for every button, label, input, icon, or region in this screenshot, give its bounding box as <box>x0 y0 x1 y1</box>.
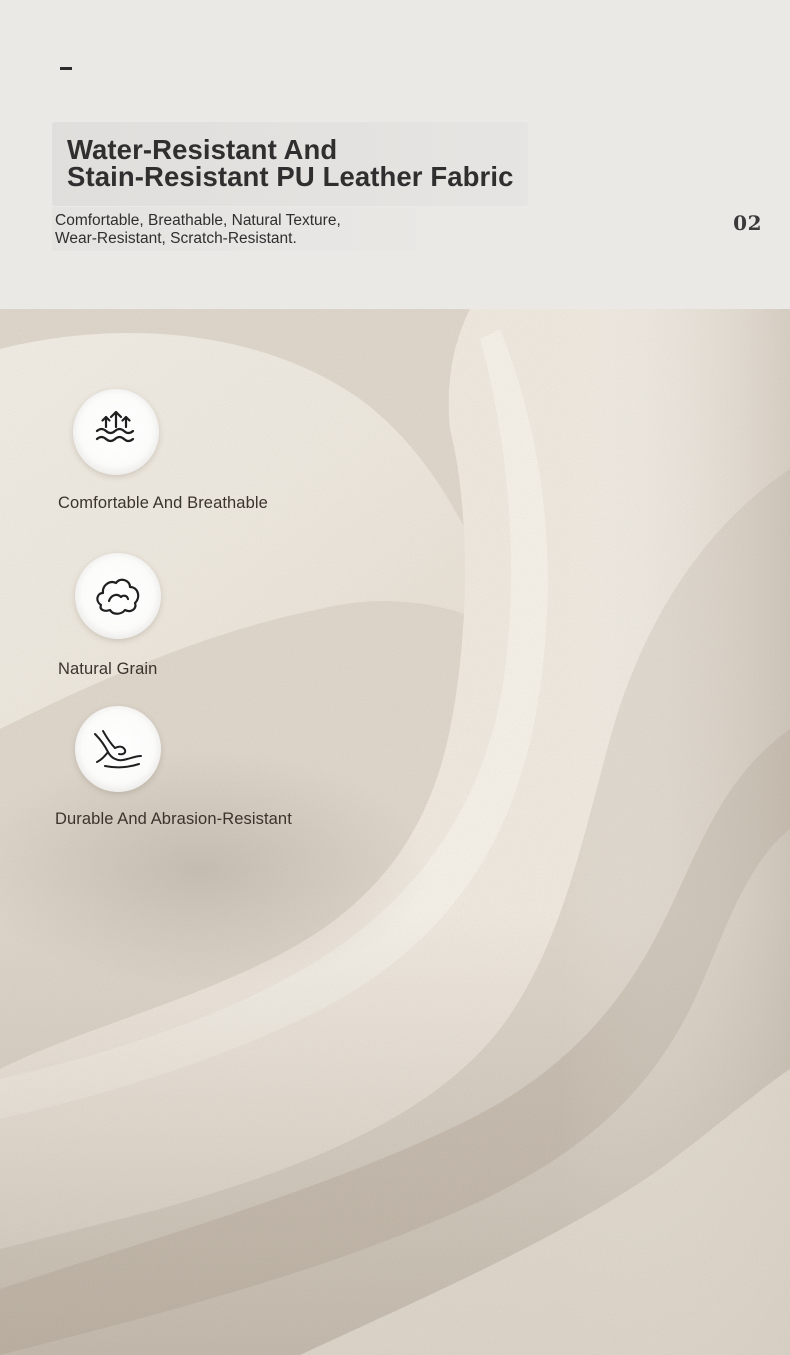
section-number: 02 <box>733 211 762 235</box>
subtitle-line-2: Wear-Resistant, Scratch-Resistant. <box>55 229 297 247</box>
header-section: Water-Resistant And Stain-Resistant PU L… <box>0 0 790 309</box>
water-vapor-icon <box>95 410 135 443</box>
feature-icon-durable <box>75 706 161 792</box>
feature-label-durable: Durable And Abrasion-Resistant <box>55 810 292 828</box>
title-line-1: Water-Resistant And <box>67 134 338 165</box>
feature-icon-natural-grain <box>75 553 161 639</box>
leather-grain-icon <box>96 578 140 615</box>
feature-label-breathable: Comfortable And Breathable <box>58 494 268 512</box>
hand-scratch-icon <box>94 730 142 769</box>
product-detail-page: Water-Resistant And Stain-Resistant PU L… <box>0 0 790 1355</box>
title-line-2: Stain-Resistant PU Leather Fabric <box>67 160 514 192</box>
feature-icon-breathable <box>73 389 159 475</box>
page-subtitle: Comfortable, Breathable, Natural Texture… <box>55 212 341 247</box>
subtitle-line-1: Comfortable, Breathable, Natural Texture… <box>55 212 341 229</box>
feature-label-natural-grain: Natural Grain <box>58 660 158 678</box>
accent-dash <box>60 67 72 70</box>
page-title: Water-Resistant And Stain-Resistant PU L… <box>67 134 514 192</box>
